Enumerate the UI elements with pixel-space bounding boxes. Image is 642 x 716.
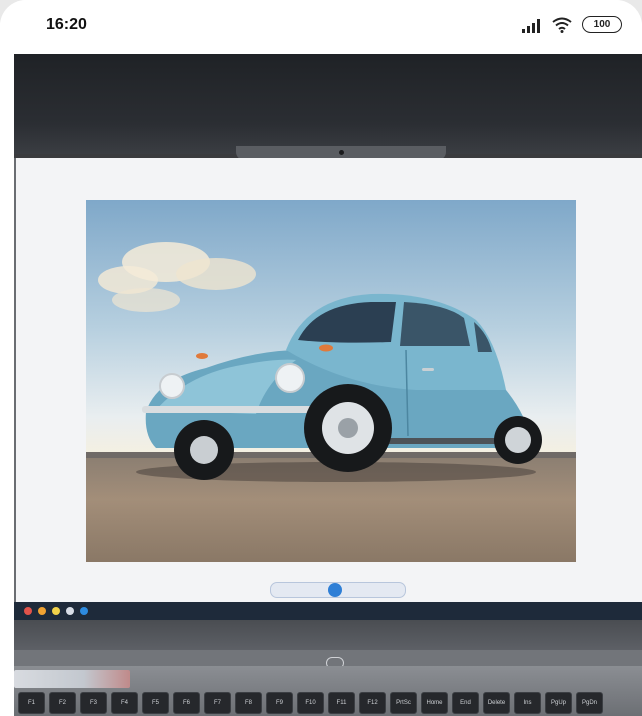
key[interactable]: F8 bbox=[235, 692, 262, 714]
key[interactable]: PrtSc bbox=[390, 692, 417, 714]
laptop-sticker bbox=[14, 670, 130, 688]
screen-bezel bbox=[14, 620, 642, 650]
key[interactable]: F4 bbox=[111, 692, 138, 714]
key[interactable]: F9 bbox=[266, 692, 293, 714]
key[interactable]: F3 bbox=[80, 692, 107, 714]
taskbar-app-icon[interactable] bbox=[24, 607, 32, 615]
key[interactable]: PgDn bbox=[576, 692, 603, 714]
key[interactable]: F11 bbox=[328, 692, 355, 714]
key[interactable]: F12 bbox=[359, 692, 386, 714]
key[interactable]: F5 bbox=[142, 692, 169, 714]
webcam-icon bbox=[339, 150, 344, 155]
signal-icon bbox=[522, 19, 540, 33]
wifi-icon bbox=[552, 17, 572, 33]
laptop-lid bbox=[14, 54, 642, 154]
key[interactable]: PgUp bbox=[545, 692, 572, 714]
key[interactable]: Delete bbox=[483, 692, 510, 714]
key[interactable]: F6 bbox=[173, 692, 200, 714]
key[interactable]: F1 bbox=[18, 692, 45, 714]
battery-icon: 100 bbox=[582, 16, 622, 33]
key[interactable]: F7 bbox=[204, 692, 231, 714]
taskbar-app-icon[interactable] bbox=[52, 607, 60, 615]
taskbar-app-icon[interactable] bbox=[38, 607, 46, 615]
taskbar bbox=[14, 602, 642, 620]
key[interactable]: F10 bbox=[297, 692, 324, 714]
displayed-car-photo bbox=[86, 200, 576, 562]
key[interactable]: Home bbox=[421, 692, 448, 714]
taskbar-app-icon[interactable] bbox=[66, 607, 74, 615]
slideshow-play-icon[interactable] bbox=[328, 583, 342, 597]
laptop-photo: F1 F2 F3 F4 F5 F6 F7 F8 F9 F10 F11 F12 P… bbox=[14, 54, 642, 716]
car-illustration bbox=[98, 242, 542, 482]
battery-level: 100 bbox=[593, 19, 611, 30]
taskbar-app-icon[interactable] bbox=[80, 607, 88, 615]
key[interactable]: F2 bbox=[49, 692, 76, 714]
key[interactable]: End bbox=[452, 692, 479, 714]
phone-screen: 16:20 100 F1 F2 F3 F4 F5 F6 F7 F8 F9 F10… bbox=[0, 0, 642, 716]
key[interactable]: Ins bbox=[514, 692, 541, 714]
status-time: 16:20 bbox=[46, 16, 87, 33]
status-bar: 16:20 100 bbox=[0, 0, 642, 54]
